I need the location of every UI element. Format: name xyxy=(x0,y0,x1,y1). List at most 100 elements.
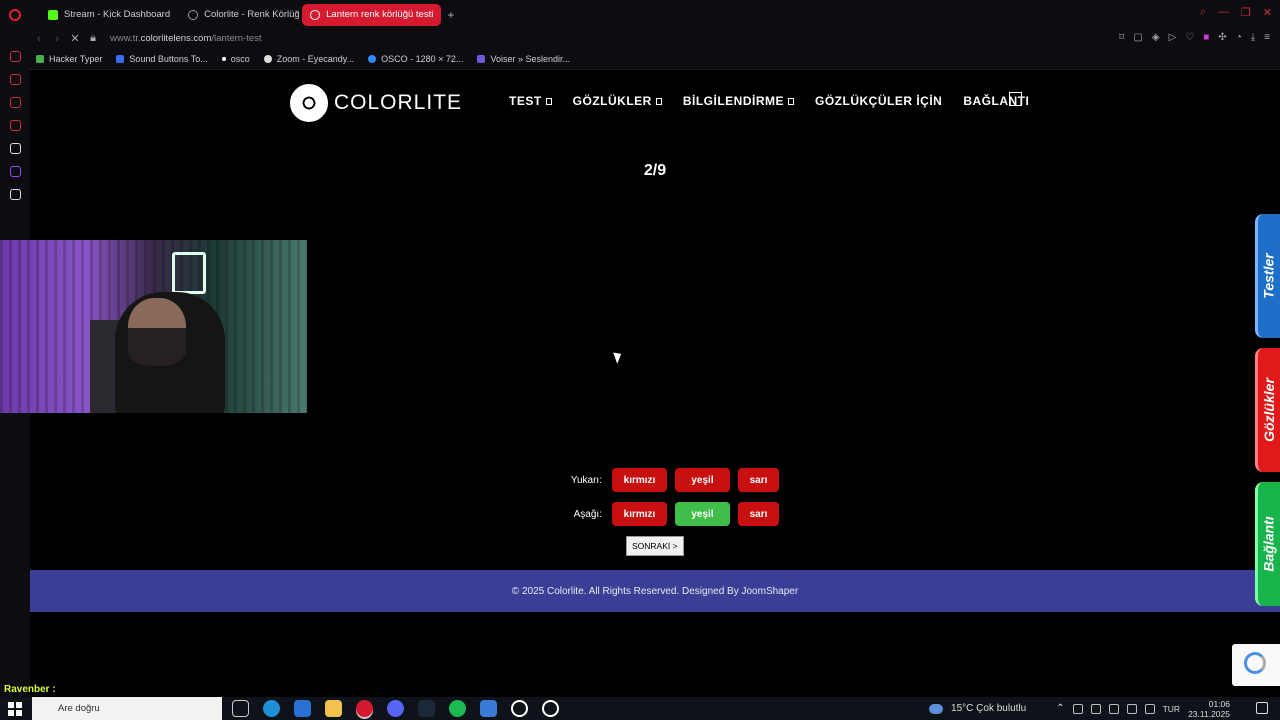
bottom-kirmizi-button[interactable]: kırmızı xyxy=(612,502,667,526)
messenger-icon[interactable] xyxy=(9,97,21,108)
cart-icon[interactable] xyxy=(1009,92,1022,106)
bookmarks-bar: Hacker Typer Sound Buttons To... osco Zo… xyxy=(30,48,1280,70)
minimize-icon[interactable]: — xyxy=(1218,6,1229,19)
player-icon[interactable]: ▷ xyxy=(1169,32,1177,43)
recaptcha-icon xyxy=(1244,652,1266,674)
bookmark-icon[interactable]: ⌑ xyxy=(1119,32,1124,43)
steam-icon[interactable] xyxy=(418,700,435,717)
extension-icon[interactable]: ■ xyxy=(1203,32,1209,43)
url-field[interactable]: www.tr.colorlitelens.com/lantern-test xyxy=(110,33,262,44)
restore-icon[interactable]: ❐ xyxy=(1241,6,1251,19)
language-indicator[interactable]: TUR xyxy=(1163,704,1180,714)
bookmark-label: Voiser » Seslendir... xyxy=(490,53,570,64)
search-icon[interactable]: ⌕ xyxy=(1200,6,1206,19)
profile-icon[interactable]: ◔ xyxy=(1236,32,1242,43)
bookmark-zoom[interactable]: Zoom - Eyecandy... xyxy=(263,53,355,64)
weather-text[interactable]: 15°C Çok bulutlu xyxy=(951,703,1026,714)
bookmark-sound-buttons[interactable]: Sound Buttons To... xyxy=(116,54,208,64)
monster-logo-icon xyxy=(172,252,206,294)
bookmark-voiser[interactable]: Voiser » Seslendir... xyxy=(477,54,570,64)
url-domain: colorlitelens.com xyxy=(140,33,212,44)
weather-icon xyxy=(929,703,944,714)
history-icon[interactable] xyxy=(9,51,21,62)
menu-icon[interactable]: ≡ xyxy=(1264,32,1270,43)
side-tab-testler[interactable]: Testler xyxy=(1255,214,1280,338)
side-tab-gozlukler[interactable]: Gözlükler xyxy=(1255,348,1280,472)
logo-mark-icon xyxy=(290,84,328,122)
obs-icon[interactable] xyxy=(511,700,528,717)
forward-icon[interactable]: › xyxy=(48,33,66,45)
url-path: /lantern-test xyxy=(211,33,262,44)
bluetooth-icon[interactable] xyxy=(1090,703,1101,714)
volume-icon[interactable] xyxy=(1126,703,1137,714)
discord-icon[interactable] xyxy=(387,700,404,717)
row-label-top: Yukarı: xyxy=(570,474,602,486)
dropdown-icon xyxy=(788,98,795,106)
edge-icon[interactable] xyxy=(263,700,280,717)
network-icon[interactable] xyxy=(1108,703,1119,714)
recaptcha-badge[interactable] xyxy=(1232,644,1280,686)
tab-label: Lantern renk körlüğü testi xyxy=(326,9,434,20)
dropdown-icon xyxy=(545,98,552,106)
window-controls: ⌕ — ❐ ✕ xyxy=(1200,6,1272,19)
bookmark-osco[interactable]: osco xyxy=(221,54,250,64)
workspace-icon[interactable] xyxy=(9,120,21,131)
windows-start-icon[interactable] xyxy=(8,701,22,716)
mic-icon[interactable] xyxy=(1072,703,1083,714)
new-tab-icon[interactable]: + xyxy=(447,8,454,22)
vpn-icon[interactable]: ◈ xyxy=(1152,32,1160,43)
stream-chat-name: Ravenber : xyxy=(4,684,56,695)
top-kirmizi-button[interactable]: kırmızı xyxy=(612,468,667,492)
bookmark-hacker-typer[interactable]: Hacker Typer xyxy=(36,54,102,64)
bottom-sari-button[interactable]: sarı xyxy=(738,502,779,526)
spotify-icon[interactable] xyxy=(449,700,466,717)
kick-sidebar-icon[interactable] xyxy=(9,143,21,154)
tab-lantern-test[interactable]: Lantern renk körlüğü testi xyxy=(302,3,442,26)
file-explorer-icon[interactable] xyxy=(325,700,342,717)
bookmark-osco-1280[interactable]: OSCO - 1280 × 72... xyxy=(368,54,463,64)
nav-bilgilendirme[interactable]: BİLGİLENDİRME xyxy=(683,94,795,108)
windows-taskbar: Are doğru 15°C Çok bulutlu ⌃ TUR 01:06 2… xyxy=(0,697,1280,720)
settings-icon[interactable] xyxy=(542,700,559,717)
x-icon[interactable] xyxy=(9,189,21,200)
opera-logo-icon[interactable] xyxy=(0,0,30,29)
bookmark-label: Zoom - Eyecandy... xyxy=(276,53,355,64)
nav-test[interactable]: TEST xyxy=(509,94,552,108)
puzzle-icon[interactable]: ✣ xyxy=(1218,32,1226,43)
bookmark-favicon xyxy=(36,54,44,63)
top-yesil-button[interactable]: yeşil xyxy=(675,468,730,492)
tab-colorlite[interactable]: Colorlite - Renk Körlüğü T xyxy=(180,4,300,26)
store-icon[interactable] xyxy=(294,700,311,717)
floating-side-tabs: Testler Gözlükler Bağlantı xyxy=(1255,214,1280,606)
nav-gozlukculer-icin[interactable]: GÖZLÜKÇÜLER İÇİN xyxy=(815,94,942,108)
next-button[interactable]: SONRAKİ > xyxy=(626,536,684,556)
answer-row-top: Yukarı: kırmızı yeşil sarı xyxy=(550,468,779,492)
twitch-icon[interactable] xyxy=(9,166,21,177)
nav-gozlukler[interactable]: GÖZLÜKLER xyxy=(573,94,662,108)
side-tab-baglanti[interactable]: Bağlantı xyxy=(1255,482,1280,606)
close-icon[interactable]: ✕ xyxy=(1263,6,1272,19)
system-tray: 15°C Çok bulutlu ⌃ TUR 01:06 23.11.2025 xyxy=(929,697,1230,720)
back-icon[interactable]: ‹ xyxy=(30,33,48,45)
bottom-yesil-button[interactable]: yeşil xyxy=(675,502,730,526)
battery-icon[interactable] xyxy=(1144,703,1155,714)
site-footer: © 2025 Colorlite. All Rights Reserved. D… xyxy=(30,570,1280,612)
side-tab-label: Gözlükler xyxy=(1261,378,1278,442)
tray-overflow-icon[interactable]: ⌃ xyxy=(1056,703,1064,714)
taskbar-search[interactable]: Are doğru xyxy=(32,697,222,720)
task-view-icon[interactable] xyxy=(232,700,249,717)
snapshot-icon[interactable]: ▢ xyxy=(1133,32,1142,43)
notification-icon[interactable] xyxy=(1256,702,1268,714)
app-icon[interactable] xyxy=(480,700,497,717)
clock[interactable]: 01:06 23.11.2025 xyxy=(1188,699,1230,719)
ai-icon[interactable] xyxy=(9,74,21,85)
top-sari-button[interactable]: sarı xyxy=(738,468,779,492)
heart-icon[interactable]: ♡ xyxy=(1185,32,1194,43)
opera-taskbar-icon[interactable] xyxy=(356,700,373,717)
bookmark-label: Hacker Typer xyxy=(49,53,103,64)
download-icon[interactable]: ⤓ xyxy=(1251,32,1255,43)
colorlite-logo[interactable]: COLORLITE xyxy=(290,84,462,122)
stop-loading-icon[interactable]: ✕ xyxy=(66,32,84,45)
taskbar-apps xyxy=(232,700,559,717)
tab-kick-dashboard[interactable]: Stream - Kick Dashboard xyxy=(40,4,178,26)
